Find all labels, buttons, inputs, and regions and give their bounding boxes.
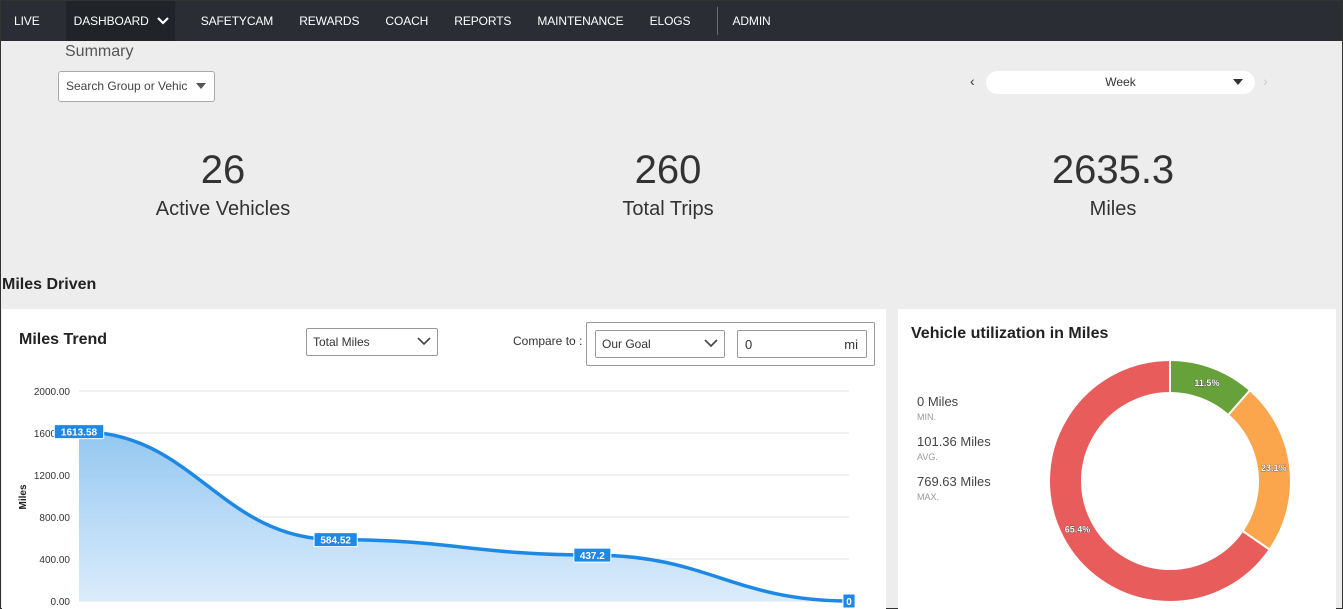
data-point-label: 584.52 (313, 532, 358, 548)
svg-text:1613.58: 1613.58 (61, 428, 98, 439)
period-select[interactable]: Week (986, 71, 1255, 94)
top-nav: LIVE DASHBOARD SAFETYCAM REWARDS COACH R… (1, 1, 1342, 41)
nav-dashboard-label: DASHBOARD (73, 14, 149, 28)
nav-coach[interactable]: COACH (372, 1, 441, 41)
group-vehicle-search-select[interactable]: Search Group or Vehic (58, 71, 215, 102)
nav-dashboard[interactable]: DASHBOARD (65, 1, 175, 41)
y-tick-label: 400.00 (39, 555, 70, 566)
stat-value: 260 (634, 148, 702, 192)
y-tick-label: 1200.00 (34, 471, 71, 482)
utilization-donut-chart: 11.5% 23.1% 65.4% (1048, 358, 1292, 603)
stat-value: 2635.3 (1051, 148, 1175, 192)
search-select-value: Search Group or Vehic (66, 79, 188, 93)
miles-trend-card: Miles Trend Total Miles Compare to : Our… (2, 309, 886, 609)
nav-admin[interactable]: ADMIN (730, 1, 772, 41)
chevron-right-icon[interactable]: › (1263, 73, 1268, 89)
nav-elogs-label: ELOGS (649, 14, 691, 28)
nav-live-label: LIVE (14, 14, 40, 28)
data-point-label: 437.2 (573, 547, 612, 563)
miles-trend-chart: 2000.001600.001200.00800.00400.000.00 Mi… (18, 387, 856, 609)
donut-slice-label: 23.1% (1261, 463, 1287, 473)
caret-down-icon (196, 83, 206, 89)
nav-coach-label: COACH (385, 14, 429, 28)
chevron-down-icon (156, 17, 169, 25)
trend-area (79, 431, 849, 601)
nav-maintenance-label: MAINTENANCE (537, 14, 624, 28)
period-select-value: Week (1105, 75, 1136, 89)
y-tick-label: 2000.00 (34, 387, 71, 398)
y-tick-label: 800.00 (39, 513, 70, 524)
donut-slice-label: 65.4% (1065, 525, 1091, 535)
data-point-label: 0 (842, 593, 856, 609)
nav-reports[interactable]: REPORTS (441, 1, 524, 41)
data-point-label: 1613.58 (53, 424, 105, 440)
nav-divider (717, 7, 719, 35)
stat-label: Miles (1089, 198, 1137, 220)
stat-label: Active Vehicles (155, 198, 291, 220)
stat-total-trips: 260 Total Trips (518, 148, 818, 221)
stat-miles: 2635.3 Miles (963, 148, 1263, 221)
nav-safetycam[interactable]: SAFETYCAM (188, 1, 286, 41)
svg-text:437.2: 437.2 (580, 551, 605, 562)
caret-down-icon (1233, 79, 1243, 85)
chevron-left-icon[interactable]: ‹ (970, 73, 975, 89)
stat-label: Total Trips (622, 198, 714, 220)
nav-live[interactable]: LIVE (1, 1, 53, 41)
stat-value: 26 (200, 148, 246, 192)
summary-title: Summary (65, 43, 134, 60)
utilization-card: Vehicle utilization in Miles 0 Miles MIN… (898, 309, 1336, 609)
y-tick-label: 0.00 (51, 597, 71, 608)
nav-maintenance[interactable]: MAINTENANCE (524, 1, 636, 41)
nav-admin-label: ADMIN (732, 14, 771, 28)
nav-reports-label: REPORTS (454, 14, 512, 28)
svg-text:584.52: 584.52 (320, 536, 351, 547)
miles-driven-heading: Miles Driven (2, 276, 97, 293)
nav-rewards[interactable]: REWARDS (286, 1, 372, 41)
svg-text:0: 0 (846, 597, 852, 608)
y-axis-label: Miles (18, 484, 29, 509)
nav-rewards-label: REWARDS (299, 14, 360, 28)
donut-slice-label: 11.5% (1194, 378, 1219, 388)
stat-active-vehicles: 26 Active Vehicles (73, 148, 373, 221)
nav-safetycam-label: SAFETYCAM (200, 14, 274, 28)
nav-elogs[interactable]: ELOGS (637, 1, 704, 41)
